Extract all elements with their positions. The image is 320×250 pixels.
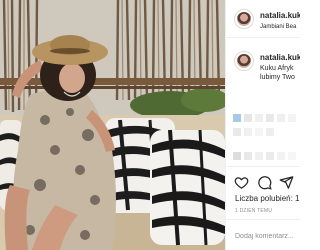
post-side-panel: natalia.kuk Jambiani Bea natalia.kuk Kuk… [225,0,300,250]
location-link[interactable]: Jambiani Bea [260,24,296,30]
comment-box [226,219,300,250]
caption-avatar[interactable] [234,51,254,71]
avatar[interactable] [234,9,254,29]
likes-count[interactable]: Liczba polubień: 1 [235,194,300,203]
comment-input[interactable] [235,229,300,243]
username-link[interactable]: natalia.kuk [260,11,300,20]
caption-line-1: Kuku Afryk [260,65,294,72]
caption-avatar-image [237,54,251,68]
photo-scene [0,0,225,250]
comment-icon[interactable] [257,175,272,190]
avatar-image [237,12,251,26]
caption-line-2: lubimy Two [260,74,295,81]
caption-username[interactable]: natalia.kuk [260,53,300,62]
post-header: natalia.kuk Jambiani Bea [226,0,300,38]
post-time: 1 DZIEŃ TEMU [235,208,273,214]
blurred-comment-2 [233,128,274,136]
blurred-comment-1 [233,114,296,122]
heart-icon[interactable] [234,175,249,190]
post-photo[interactable] [0,0,225,250]
share-icon[interactable] [279,175,294,190]
blurred-comment-3 [233,152,296,160]
post-actions: Liczba polubień: 1 1 DZIEŃ TEMU [226,166,300,250]
